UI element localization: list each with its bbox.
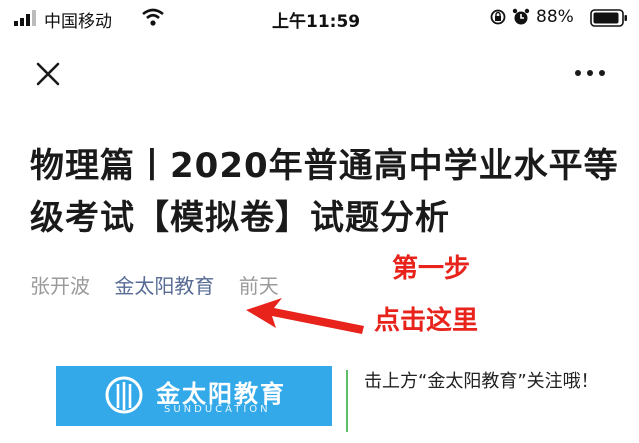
article-meta: 张开波 金太阳教育 前天 xyxy=(30,270,279,299)
status-bar: 中国移动 上午11:59 88% xyxy=(0,0,639,36)
follow-tip: 击上方“金太阳教育”关注哦！ xyxy=(364,371,599,392)
banner-subtitle: SUNDUCATION xyxy=(164,404,271,415)
carrier-name: 中国移动 xyxy=(44,12,112,32)
arrow-icon xyxy=(246,298,364,334)
logo-icon xyxy=(105,376,143,414)
instruction-label: 点击这里 xyxy=(374,306,479,336)
status-time: 上午11:59 xyxy=(272,12,361,32)
article-title: 物理篇丨2020年普通高中学业水平等级考试【模拟卷】试题分析 xyxy=(30,146,619,238)
close-icon[interactable] xyxy=(30,56,66,92)
rotation-lock-icon xyxy=(490,9,506,25)
account-name-link[interactable]: 金太阳教育 xyxy=(114,274,214,298)
battery-percent: 88% xyxy=(536,7,574,27)
step-label: 第一步 xyxy=(392,254,471,284)
brand-banner[interactable]: 金太阳教育 SUNDUCATION xyxy=(56,366,332,426)
article-date: 前天 xyxy=(238,274,279,298)
alarm-icon xyxy=(512,8,530,25)
wifi-icon xyxy=(142,8,164,26)
divider xyxy=(346,370,348,432)
battery-icon xyxy=(590,9,627,27)
article-author: 张开波 xyxy=(30,274,90,298)
more-icon[interactable] xyxy=(572,66,612,80)
signal-icon xyxy=(14,10,36,26)
